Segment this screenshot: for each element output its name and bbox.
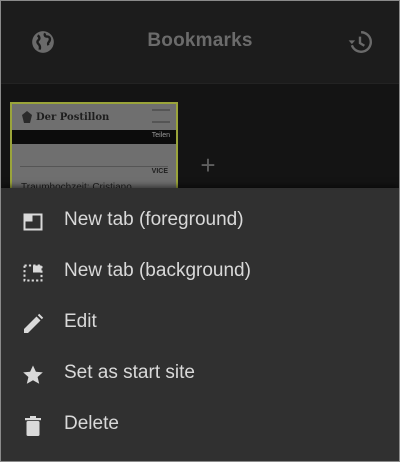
new-tab-background-icon: [21, 261, 45, 285]
menu-item-delete[interactable]: Delete: [1, 402, 399, 453]
menu-lines-icon: [152, 109, 170, 123]
menu-item-label: New tab (foreground): [64, 209, 244, 230]
source-label: VICE: [151, 168, 168, 175]
history-icon[interactable]: [347, 29, 373, 55]
app-window: Bookmarks Der Postillon Teilen VICE Trau…: [0, 0, 400, 462]
menu-item-label: Set as start site: [64, 362, 195, 383]
new-tab-foreground-icon: [21, 210, 45, 234]
page-title: Bookmarks: [147, 30, 253, 51]
star-icon: [21, 363, 45, 387]
menu-item-set-start-site[interactable]: Set as start site: [1, 351, 399, 402]
menu-item-label: Delete: [64, 413, 119, 434]
site-logo-icon: [22, 111, 32, 123]
menu-item-new-tab-background[interactable]: New tab (background): [1, 249, 399, 300]
context-menu-sheet: New tab (foreground) New tab (background…: [1, 188, 399, 461]
menu-item-new-tab-foreground[interactable]: New tab (foreground): [1, 198, 399, 249]
share-label: Teilen: [151, 132, 170, 139]
menu-item-label: Edit: [64, 311, 97, 332]
menu-item-edit[interactable]: Edit: [1, 300, 399, 351]
toolbar: Bookmarks: [1, 1, 399, 84]
thumbnail-divider: [20, 166, 168, 167]
menu-item-label: New tab (background): [64, 260, 251, 281]
add-bookmark-button[interactable]: +: [197, 152, 219, 178]
site-name: Der Postillon: [36, 112, 110, 123]
pencil-icon: [21, 312, 45, 336]
trash-icon: [21, 414, 45, 438]
